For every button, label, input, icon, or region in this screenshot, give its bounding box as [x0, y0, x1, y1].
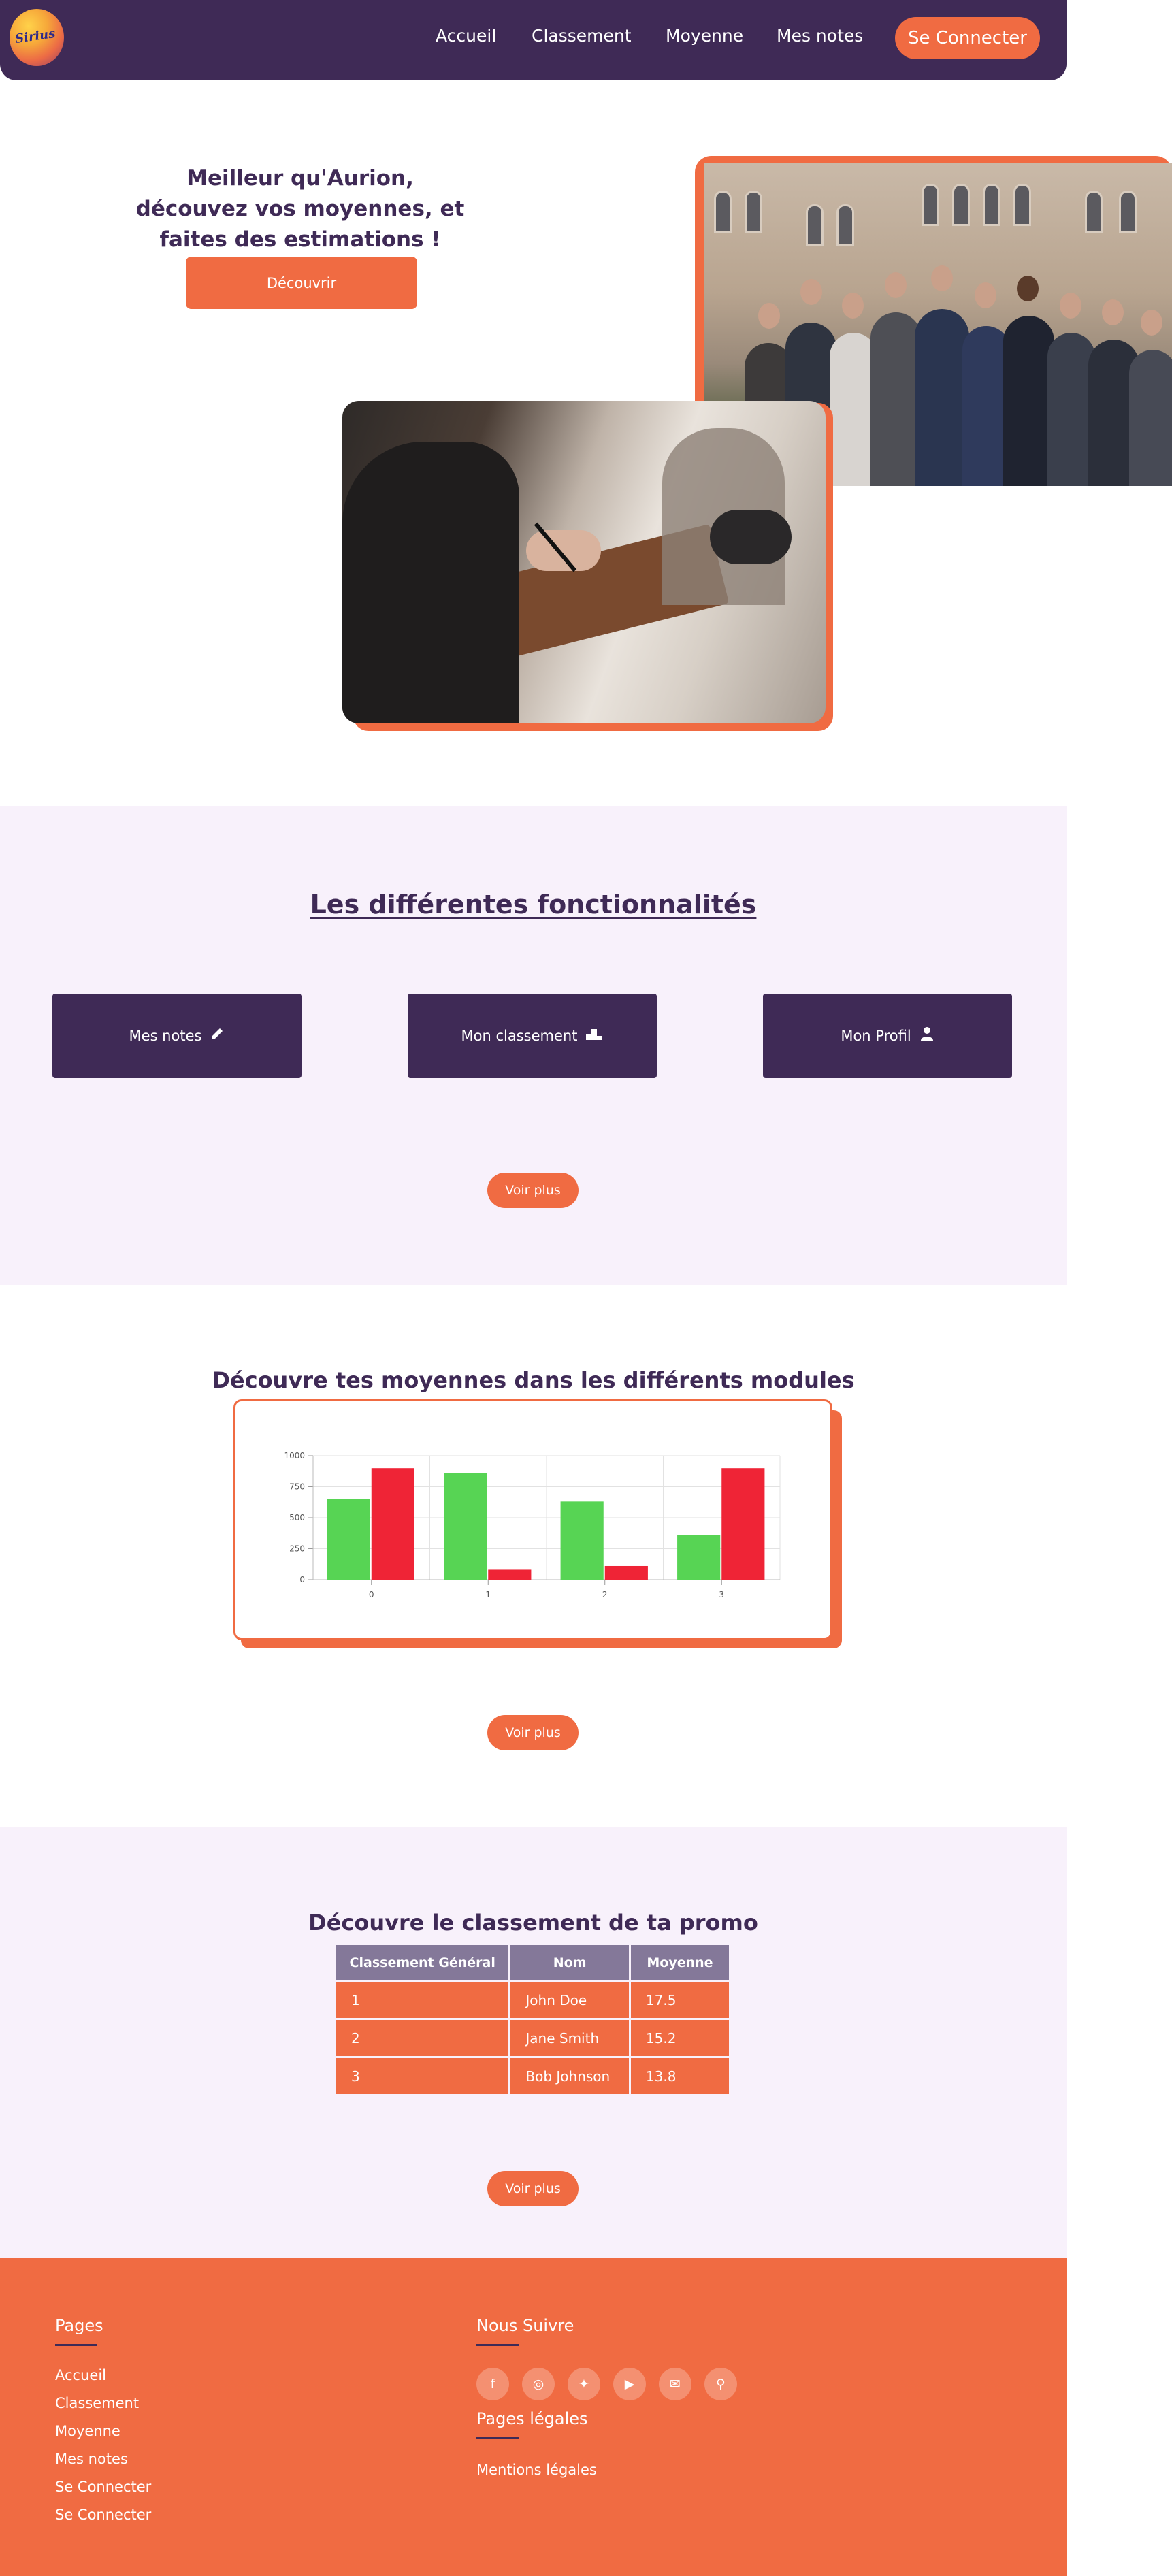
footer-link-mes-notes[interactable]: Mes notes — [55, 2451, 128, 2467]
footer-link-se-connecter[interactable]: Se Connecter — [55, 2479, 151, 2495]
table-header-row: Classement Général Nom Moyenne — [336, 1945, 729, 1980]
bar — [371, 1468, 414, 1580]
y-tick-label: 500 — [289, 1513, 305, 1522]
twitter-icon[interactable]: ✦ — [568, 2368, 600, 2400]
name-cell: John Doe — [510, 1982, 629, 2018]
pencil-icon — [210, 1026, 225, 1045]
chart-more-button[interactable]: Voir plus — [487, 1715, 579, 1750]
x-tick-label: 3 — [719, 1590, 724, 1599]
x-tick-label: 1 — [485, 1590, 491, 1599]
footer-link-mentions-legales[interactable]: Mentions légales — [476, 2462, 597, 2478]
ranking-title: Découvre le classement de ta promo — [308, 1910, 758, 1936]
y-tick-label: 250 — [289, 1544, 305, 1554]
rank-cell: 2 — [336, 2020, 509, 2056]
nav-link-accueil[interactable]: Accueil — [436, 26, 496, 46]
name-cell: Jane Smith — [510, 2020, 629, 2056]
footer-legal-heading: Pages légales — [476, 2409, 588, 2428]
mail-icon[interactable]: ✉ — [659, 2368, 691, 2400]
ranking-more-button[interactable]: Voir plus — [487, 2171, 579, 2206]
feature-card-label: Mes notes — [129, 1028, 202, 1044]
login-button[interactable]: Se Connecter — [895, 17, 1040, 59]
average-cell: 17.5 — [630, 1982, 729, 2018]
bar — [327, 1499, 370, 1580]
nav-link-mes-notes[interactable]: Mes notes — [777, 26, 863, 46]
table-row: 3 Bob Johnson 13.8 — [336, 2058, 729, 2094]
chart-card: 0 250 500 750 1000 0 1 2 3 — [233, 1399, 832, 1640]
features-title: Les différentes fonctionnalités — [310, 890, 757, 919]
footer-pages-rule — [55, 2344, 97, 2346]
ranking-table: Classement Général Nom Moyenne 1 John Do… — [334, 1943, 731, 2096]
average-cell: 15.2 — [630, 2020, 729, 2056]
footer-follow-rule — [476, 2344, 519, 2346]
feature-card-mon-classement[interactable]: Mon classement — [408, 994, 657, 1078]
discover-button[interactable]: Découvrir — [186, 257, 417, 309]
column-header-classement: Classement Général — [336, 1945, 509, 1980]
table-row: 2 Jane Smith 15.2 — [336, 2020, 729, 2056]
bar — [677, 1535, 721, 1580]
bar — [560, 1501, 604, 1580]
rank-cell: 1 — [336, 1982, 509, 2018]
table-row: 1 John Doe 17.5 — [336, 1982, 729, 2018]
facebook-icon[interactable]: f — [476, 2368, 509, 2400]
footer-link-classement[interactable]: Classement — [55, 2395, 139, 2411]
average-cell: 13.8 — [630, 2058, 729, 2094]
user-icon — [919, 1026, 934, 1045]
feature-card-mes-notes[interactable]: Mes notes — [52, 994, 302, 1078]
y-tick-label: 1000 — [284, 1451, 305, 1461]
footer-follow-heading: Nous Suivre — [476, 2316, 574, 2335]
y-tick-label: 750 — [289, 1482, 305, 1492]
bar — [444, 1473, 487, 1580]
column-header-nom: Nom — [510, 1945, 629, 1980]
podium-icon — [585, 1026, 603, 1045]
footer-link-accueil[interactable]: Accueil — [55, 2367, 106, 2383]
footer-link-moyenne[interactable]: Moyenne — [55, 2423, 120, 2439]
bar — [604, 1565, 648, 1580]
youtube-icon[interactable]: ▶ — [613, 2368, 646, 2400]
footer-link-se-connecter-2[interactable]: Se Connecter — [55, 2507, 151, 2523]
footer-legal-rule — [476, 2437, 519, 2439]
name-cell: Bob Johnson — [510, 2058, 629, 2094]
feature-card-mon-profil[interactable]: Mon Profil — [763, 994, 1012, 1078]
feature-card-label: Mon Profil — [841, 1028, 911, 1044]
nav-link-classement[interactable]: Classement — [532, 26, 632, 46]
rank-cell: 3 — [336, 2058, 509, 2094]
navbar: Sirius Accueil Classement Moyenne Mes no… — [0, 0, 1067, 80]
location-icon[interactable]: ⚲ — [704, 2368, 737, 2400]
chart-section-title: Découvre tes moyennes dans les différent… — [212, 1367, 855, 1393]
logo[interactable]: Sirius — [10, 9, 64, 66]
x-tick-label: 0 — [369, 1590, 374, 1599]
footer-pages-heading: Pages — [55, 2316, 103, 2335]
column-header-moyenne: Moyenne — [630, 1945, 729, 1980]
hero-title: Meilleur qu'Aurion, découvez vos moyenne… — [135, 166, 465, 252]
bar — [721, 1468, 765, 1580]
y-tick-label: 0 — [299, 1575, 305, 1584]
x-tick-label: 2 — [602, 1590, 608, 1599]
feature-card-label: Mon classement — [461, 1028, 578, 1044]
features-more-button[interactable]: Voir plus — [487, 1173, 579, 1208]
logo-text: Sirius — [14, 26, 56, 47]
averages-bar-chart: 0 250 500 750 1000 0 1 2 3 — [284, 1451, 781, 1599]
nav-link-moyenne[interactable]: Moyenne — [666, 26, 743, 46]
bar — [488, 1569, 532, 1580]
study-photo — [342, 401, 826, 723]
instagram-icon[interactable]: ◎ — [522, 2368, 555, 2400]
